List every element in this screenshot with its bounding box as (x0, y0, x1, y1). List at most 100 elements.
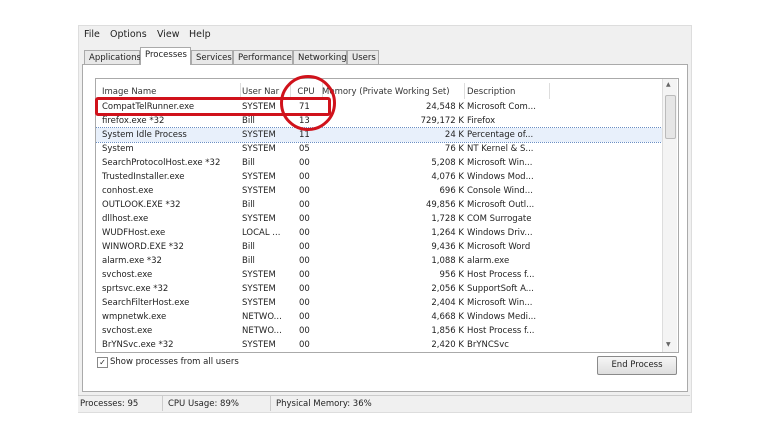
table-row[interactable]: dllhost.exe SYSTEM 00 1,728 K COM Surrogate (96, 212, 662, 226)
description-cell: Windows Medi... (467, 312, 537, 322)
description-cell: Windows Mod... (467, 172, 534, 182)
cpu-cell: 00 (299, 158, 310, 168)
cpu-cell: 00 (299, 242, 310, 252)
status-cpu-usage: CPU Usage: 89% (168, 399, 239, 409)
scroll-up-icon[interactable]: ▲ (666, 81, 671, 88)
end-process-button[interactable]: End Process (597, 356, 677, 375)
memory-cell: 1,088 K (431, 256, 464, 266)
table-row[interactable]: System Idle Process SYSTEM 11 24 K Percentag… (96, 127, 663, 143)
description-cell: Microsoft Win... (467, 298, 533, 308)
image-name-cell: SearchFilterHost.exe (102, 298, 190, 308)
description-cell: Firefox (467, 116, 496, 126)
table-row[interactable]: System SYSTEM 05 76 K NT Kernel & S... (96, 142, 662, 156)
table-row[interactable]: conhost.exe SYSTEM 00 696 K Console Wind... (96, 184, 662, 198)
user-name-cell: LOCAL ... (242, 228, 281, 238)
memory-cell: 2,420 K (431, 340, 464, 350)
highlight-circle (280, 75, 336, 131)
description-cell: Host Process f... (467, 326, 535, 336)
memory-cell: 1,728 K (431, 214, 464, 224)
image-name-cell: System (102, 144, 134, 154)
scroll-thumb[interactable] (665, 95, 676, 139)
tab-services[interactable]: Services (191, 50, 233, 65)
status-bar: Processes: 95 CPU Usage: 89% Physical Me… (78, 395, 690, 412)
table-row[interactable]: WUDFHost.exe LOCAL ... 00 1,264 K Windows Dr… (96, 226, 662, 240)
memory-cell: 1,264 K (431, 228, 464, 238)
user-name-cell: SYSTEM (242, 144, 276, 154)
tab-processes[interactable]: Processes (140, 47, 191, 65)
user-name-cell: NETWO... (242, 312, 282, 322)
table-row[interactable]: TrustedInstaller.exe SYSTEM 00 4,076 K Windo… (96, 170, 662, 184)
column-header[interactable]: Description (467, 85, 547, 99)
column-divider[interactable] (549, 83, 550, 99)
image-name-cell: svchost.exe (102, 326, 153, 336)
table-row[interactable]: wmpnetwk.exe NETWO... 00 4,668 K Windows Med… (96, 310, 662, 324)
table-row[interactable]: BrYNSvc.exe *32 SYSTEM 00 2,420 K BrYNCSvc (96, 338, 662, 352)
user-name-cell: SYSTEM (242, 172, 276, 182)
user-name-cell: SYSTEM (242, 270, 276, 280)
memory-cell: 24,548 K (425, 102, 464, 112)
user-name-cell: Bill (242, 256, 255, 266)
column-divider[interactable] (464, 83, 465, 99)
cpu-cell: 00 (299, 284, 310, 294)
cpu-cell: 00 (299, 228, 310, 238)
cpu-cell: 00 (299, 298, 310, 308)
image-name-cell: sprtsvc.exe *32 (102, 284, 169, 294)
menu-help[interactable]: Help (189, 29, 211, 40)
show-all-users-checkbox[interactable]: ✓ (97, 357, 108, 368)
image-name-cell: conhost.exe (102, 186, 154, 196)
cpu-cell: 00 (299, 172, 310, 182)
tab-performance[interactable]: Performance (233, 50, 293, 65)
description-cell: Microsoft Com... (467, 102, 536, 112)
image-name-cell: System Idle Process (102, 130, 187, 140)
tab-users[interactable]: Users (347, 50, 379, 65)
menu-options[interactable]: Options (110, 29, 147, 40)
cpu-cell: 00 (299, 200, 310, 210)
user-name-cell: Bill (242, 116, 255, 126)
description-cell: COM Surrogate (467, 214, 532, 224)
cpu-cell: 05 (299, 144, 310, 154)
image-name-cell: OUTLOOK.EXE *32 (102, 200, 181, 210)
description-cell: Windows Driv... (467, 228, 533, 238)
process-list[interactable]: Image Name User Nar CPU Memory (Private Wor… (95, 78, 679, 353)
table-row[interactable]: svchost.exe NETWO... 00 1,856 K Host Process… (96, 324, 662, 338)
description-cell: alarm.exe (467, 256, 510, 266)
user-name-cell: Bill (242, 158, 255, 168)
image-name-cell: alarm.exe *32 (102, 256, 162, 266)
image-name-cell: WINWORD.EXE *32 (102, 242, 184, 252)
cpu-cell: 00 (299, 312, 310, 322)
table-row[interactable]: firefox.exe *32 Bill 13 729,172 K Firefox (96, 114, 662, 128)
table-row[interactable]: SearchFilterHost.exe SYSTEM 00 2,404 K Micro… (96, 296, 662, 310)
status-divider (270, 395, 271, 411)
description-cell: Microsoft Win... (467, 158, 533, 168)
tab-applications[interactable]: Applications (84, 50, 141, 65)
status-physical-memory: Physical Memory: 36% (276, 399, 372, 409)
menu-file[interactable]: File (84, 29, 100, 40)
scroll-down-icon[interactable]: ▼ (666, 341, 671, 348)
user-name-cell: SYSTEM (242, 214, 276, 224)
image-name-cell: svchost.exe (102, 270, 153, 280)
user-name-cell: Bill (242, 200, 255, 210)
table-row[interactable]: SearchProtocolHost.exe *32 Bill 00 5,208 KM… (96, 156, 662, 170)
image-name-cell: SearchProtocolHost.exe *32 (102, 158, 221, 168)
tab-networking[interactable]: Networking (293, 50, 347, 65)
table-row[interactable]: OUTLOOK.EXE *32 Bill 00 49,856 K Microsoft O… (96, 198, 662, 212)
image-name-cell: BrYNSvc.exe *32 (102, 340, 174, 350)
table-row[interactable]: WINWORD.EXE *32 Bill 00 9,436 K Microsoft Wo… (96, 240, 662, 254)
memory-cell: 2,404 K (431, 298, 464, 308)
cpu-cell: 00 (299, 256, 310, 266)
table-row[interactable]: alarm.exe *32 Bill 00 1,088 Kalarm.exe (96, 254, 662, 268)
user-name-cell: SYSTEM (242, 186, 276, 196)
user-name-cell: SYSTEM (242, 298, 276, 308)
cpu-cell: 00 (299, 214, 310, 224)
menu-view[interactable]: View (157, 29, 180, 40)
description-cell: BrYNCSvc (467, 340, 509, 350)
column-header[interactable]: Memory (Private Working Set) (322, 85, 462, 99)
description-cell: Console Wind... (467, 186, 533, 196)
image-name-cell: WUDFHost.exe (102, 228, 166, 238)
table-row[interactable]: svchost.exe SYSTEM 00 956 K Host Process f..… (96, 268, 662, 282)
memory-cell: 956 K (439, 270, 465, 280)
vertical-scrollbar[interactable]: ▲ ▼ (662, 79, 677, 352)
table-row[interactable]: sprtsvc.exe *32 SYSTEM 00 2,056 K SupportSof… (96, 282, 662, 296)
status-divider (162, 395, 163, 411)
memory-cell: 5,208 K (431, 158, 464, 168)
